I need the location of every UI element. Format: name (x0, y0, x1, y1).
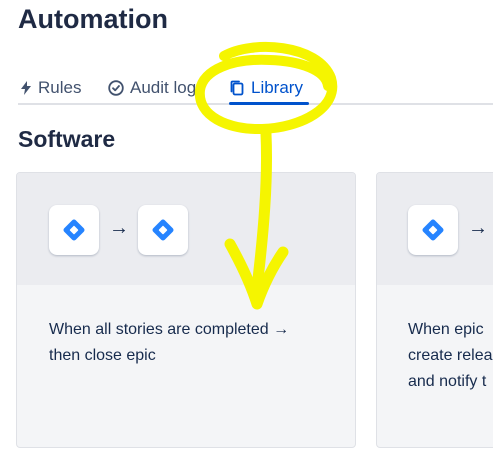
jira-icon (138, 205, 188, 255)
card-description-line: create relea (408, 347, 493, 364)
automation-page: Automation Rules Audit log Library Softw… (0, 0, 493, 467)
card-description-line: and notify t (408, 373, 487, 390)
card-description-line: When all stories are completed → (49, 321, 290, 338)
card-arrow: → (468, 217, 488, 239)
tab-bar: Rules Audit log Library (0, 72, 493, 106)
tab-library-label: Library (251, 78, 303, 97)
tab-audit-log[interactable]: Audit log (108, 76, 196, 100)
section-title: Software (18, 126, 116, 152)
jira-icon (49, 205, 99, 255)
copy-icon (229, 80, 245, 96)
rule-template-card[interactable]: → When all stories are completed → then … (16, 172, 356, 448)
page-title: Automation (18, 4, 168, 34)
tab-library[interactable]: Library (229, 76, 303, 100)
bolt-icon (20, 81, 32, 95)
active-tab-indicator (229, 102, 309, 105)
card-description: When all stories are completed → then cl… (49, 317, 289, 369)
card-arrow: → (109, 217, 129, 239)
tab-rules-label: Rules (38, 78, 82, 97)
card-description-line: then close epic (49, 347, 156, 364)
tab-rules[interactable]: Rules (20, 76, 81, 100)
card-description-line: When epic (408, 321, 484, 338)
rule-template-card[interactable]: → When epic create relea and notify t (376, 172, 493, 448)
check-circle-icon (108, 80, 124, 96)
card-description: When epic create relea and notify t (408, 317, 493, 395)
jira-icon (408, 205, 458, 255)
tab-audit-log-label: Audit log (130, 78, 197, 97)
